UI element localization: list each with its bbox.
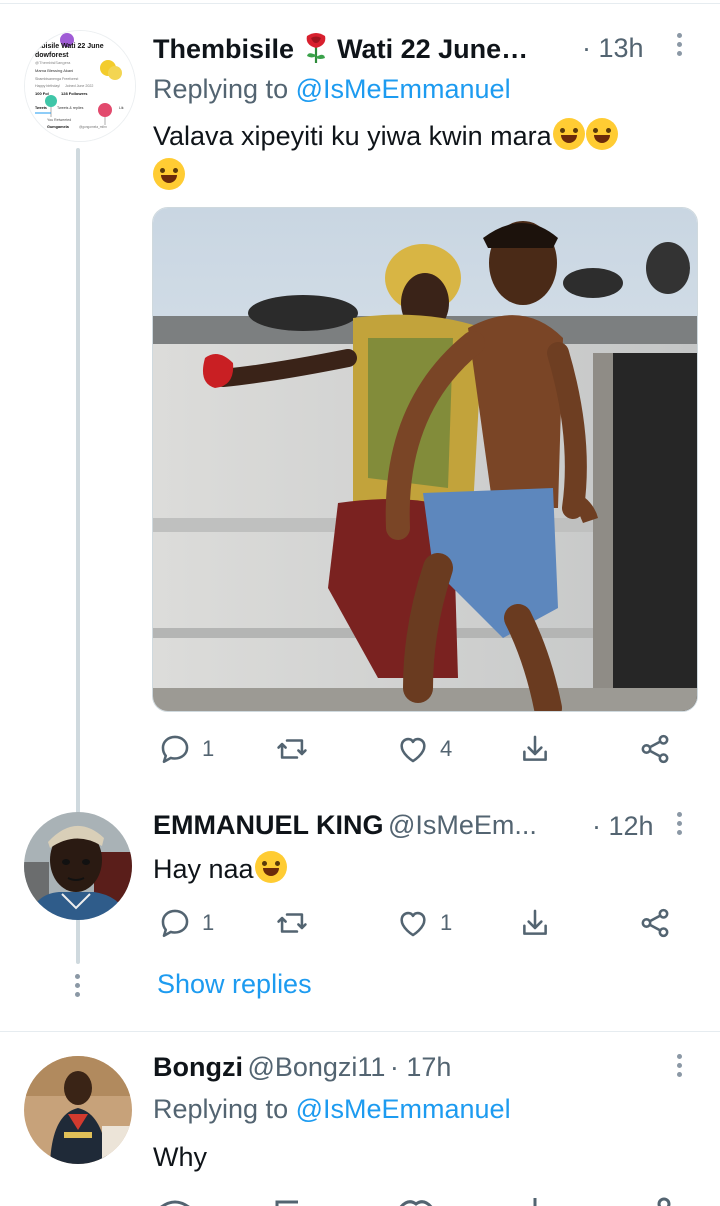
section-divider [0, 1031, 720, 1032]
tweet1-text: Valava xipeyiti ku yiwa kwin mara [153, 116, 693, 196]
like-count: 4 [440, 736, 453, 761]
like-icon [400, 911, 426, 937]
laughing-tears-emoji [552, 118, 585, 150]
avatar-text: mbisile Wati 22 June [35, 43, 104, 50]
tweet1-author-name[interactable]: Thembisile Wati 22 June… [153, 32, 528, 65]
avatar-text: 100 Fol [35, 91, 49, 96]
tweet2-handle: @IsMeEm... [387, 810, 537, 840]
avatar-photo [24, 1056, 132, 1164]
like-button[interactable]: 4 [396, 732, 452, 766]
avatar-photo [24, 812, 132, 920]
replying-to-handle-link[interactable]: @IsMeEmmanuel [296, 1094, 511, 1124]
replying-to-prefix: Replying to [153, 74, 296, 104]
retweet-button[interactable] [275, 906, 309, 940]
tweet3-replying-to: Replying to @IsMeEmmanuel [153, 1094, 511, 1125]
tweet2-name: EMMANUEL KING [153, 810, 384, 840]
partial-action-icons [160, 1197, 671, 1206]
replying-to-prefix: Replying to [153, 1094, 296, 1124]
retweet-button[interactable] [275, 732, 309, 766]
share-network-icon [641, 908, 669, 938]
like-icon [400, 737, 426, 763]
tweet1-name-rest: Wati 22 June… [337, 34, 529, 64]
reply-count: 1 [202, 910, 215, 935]
top-divider [0, 3, 720, 4]
photo-illustration [153, 208, 697, 711]
avatar-text: Sbambisanenga Freeforest [35, 77, 78, 81]
more-icon[interactable] [676, 1054, 684, 1081]
share-network-icon [641, 734, 669, 764]
share-icon [523, 735, 547, 761]
avatar-profile-screenshot: mbisile Wati 22 June dowforest @Thembisi… [25, 31, 135, 141]
tweet3-actions-partial [0, 1190, 720, 1206]
like-count: 1 [440, 910, 453, 935]
reply-icon [161, 735, 189, 764]
reply-icon [161, 909, 189, 938]
tweet2-text: Hay naa [153, 849, 287, 889]
avatar-text: You Retweeted [47, 118, 71, 122]
tweet1-replying-to: Replying to @IsMeEmmanuel [153, 74, 511, 105]
tweet3-name: Bongzi [153, 1052, 243, 1082]
reply-count: 1 [202, 736, 215, 761]
tweet2-time[interactable]: · 12h [592, 811, 654, 842]
sweat-smile-emoji [254, 851, 287, 883]
retweet-icon [277, 913, 307, 933]
rose-emoji [306, 33, 325, 63]
avatar-bongzi[interactable] [24, 1056, 132, 1164]
avatar-text: Mama Blessing Akani [35, 68, 73, 73]
avatar-emmanuel-king[interactable] [24, 812, 132, 920]
replying-to-handle-link[interactable]: @IsMeEmmanuel [296, 74, 511, 104]
avatar-text: 128 Followers [61, 91, 88, 96]
laughing-tears-emoji [585, 118, 618, 150]
thread-dots-icon [74, 974, 82, 1001]
tweet1-text-content: Valava xipeyiti ku yiwa kwin mara [153, 121, 552, 151]
more-icon[interactable] [676, 33, 684, 60]
share-button[interactable] [518, 906, 552, 940]
tweet2-text-content: Hay naa [153, 854, 254, 884]
tweet2-header[interactable]: EMMANUEL KING @IsMeEm... [153, 810, 537, 841]
share-icon [523, 909, 547, 935]
tweet3-handle: @Bongzi11 [247, 1052, 386, 1082]
like-button[interactable]: 1 [396, 906, 452, 940]
avatar-text: Tweets [35, 106, 47, 110]
avatar-text: Happy birthday! [35, 84, 60, 88]
avatar-text: dowforest [35, 52, 69, 59]
share-network-button[interactable] [638, 732, 672, 766]
show-replies-link[interactable]: Show replies [157, 969, 312, 1000]
avatar-text: Joined June 2022 [65, 84, 93, 88]
tweet1-name: Thembisile [153, 34, 295, 64]
avatar-text: Gumgamela [47, 125, 70, 129]
thread-line-continued [76, 930, 80, 964]
share-button[interactable] [518, 732, 552, 766]
tweet3-header[interactable]: Bongzi @Bongzi11 · 17h [153, 1052, 451, 1083]
share-network-button[interactable] [638, 906, 672, 940]
tweet1-time[interactable]: · 13h [582, 33, 644, 64]
avatar-text: @ThembisiSangera [35, 60, 71, 65]
laughing-tears-emoji [153, 158, 185, 190]
reply-button[interactable]: 1 [158, 906, 214, 940]
tweet1-photo[interactable] [152, 207, 698, 712]
avatar-text: Tweets & replies [57, 106, 84, 110]
avatar-text: @gongomela_mthn [79, 125, 107, 129]
tweet3-time: · 17h [389, 1052, 452, 1082]
retweet-icon [277, 739, 307, 759]
avatar-text: Lik [119, 106, 124, 110]
avatar-thembisile[interactable]: mbisile Wati 22 June dowforest @Thembisi… [24, 30, 136, 142]
more-icon[interactable] [676, 812, 684, 839]
reply-button[interactable]: 1 [158, 732, 214, 766]
tweet3-text: Why [153, 1142, 207, 1172]
